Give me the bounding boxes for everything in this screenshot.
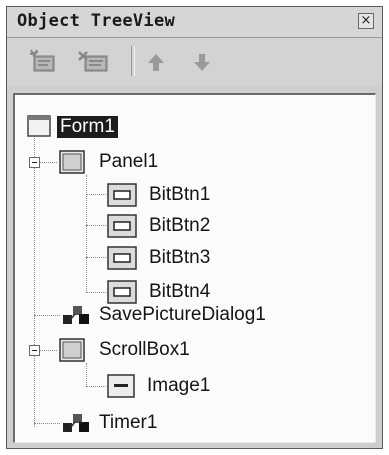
panel-icon bbox=[59, 150, 85, 174]
tree-node-label: Image1 bbox=[147, 375, 211, 396]
tree-connector bbox=[34, 423, 60, 424]
tree-node-label: SavePictureDialog1 bbox=[99, 304, 266, 325]
tree-add-icon bbox=[29, 49, 55, 72]
collapse-toggle-scrollbox1[interactable] bbox=[29, 345, 40, 356]
tree-connector bbox=[86, 225, 106, 226]
arrow-up-icon bbox=[148, 54, 164, 71]
close-button[interactable]: × bbox=[358, 13, 374, 29]
move-down-button[interactable] bbox=[189, 46, 215, 78]
tree-node-label: Timer1 bbox=[99, 412, 158, 433]
toolbar-separator bbox=[131, 46, 135, 76]
button-icon bbox=[107, 280, 137, 304]
tree-connector bbox=[86, 194, 106, 195]
form-icon bbox=[27, 115, 51, 137]
tree-node-label: BitBtn4 bbox=[149, 281, 211, 302]
toolbar bbox=[7, 38, 382, 86]
collapse-toggle-panel1[interactable] bbox=[29, 157, 40, 168]
tree-connector bbox=[39, 162, 57, 163]
tree-node-label: BitBtn1 bbox=[149, 184, 211, 205]
title-bar: Object TreeView × bbox=[7, 7, 382, 38]
tree-connector bbox=[86, 386, 106, 387]
remove-item-button[interactable] bbox=[71, 46, 113, 78]
tree-remove-icon bbox=[78, 51, 108, 72]
tree-node-label: ScrollBox1 bbox=[99, 339, 190, 360]
tree-connector bbox=[86, 292, 106, 293]
button-icon bbox=[107, 214, 137, 238]
nonvisual-component-icon bbox=[63, 306, 89, 324]
panel-icon bbox=[59, 338, 85, 362]
tree-node-label: BitBtn3 bbox=[149, 247, 211, 268]
add-item-button[interactable] bbox=[25, 46, 59, 78]
tree-connector bbox=[34, 127, 35, 427]
tree-connector bbox=[86, 257, 106, 258]
close-icon: × bbox=[360, 13, 372, 28]
nonvisual-component-icon bbox=[63, 414, 89, 432]
tree-connector bbox=[34, 315, 60, 316]
move-up-button[interactable] bbox=[143, 46, 169, 78]
tree-connector bbox=[86, 363, 87, 387]
image-icon bbox=[107, 374, 135, 398]
window-title: Object TreeView bbox=[17, 11, 176, 31]
tree-connector bbox=[39, 350, 57, 351]
arrow-down-icon bbox=[194, 54, 210, 71]
tree-node-label: Panel1 bbox=[99, 151, 159, 172]
object-treeview-window: Object TreeView × Form1 Panel1 BitBtn1 B… bbox=[6, 6, 383, 449]
object-tree[interactable]: Form1 Panel1 BitBtn1 BitBtn2 BitBtn3 Bit… bbox=[13, 93, 376, 443]
tree-node-label: BitBtn2 bbox=[149, 215, 211, 236]
tree-connector bbox=[86, 175, 87, 293]
button-icon bbox=[107, 183, 137, 207]
button-icon bbox=[107, 246, 137, 270]
tree-node-label: Form1 bbox=[57, 116, 118, 138]
